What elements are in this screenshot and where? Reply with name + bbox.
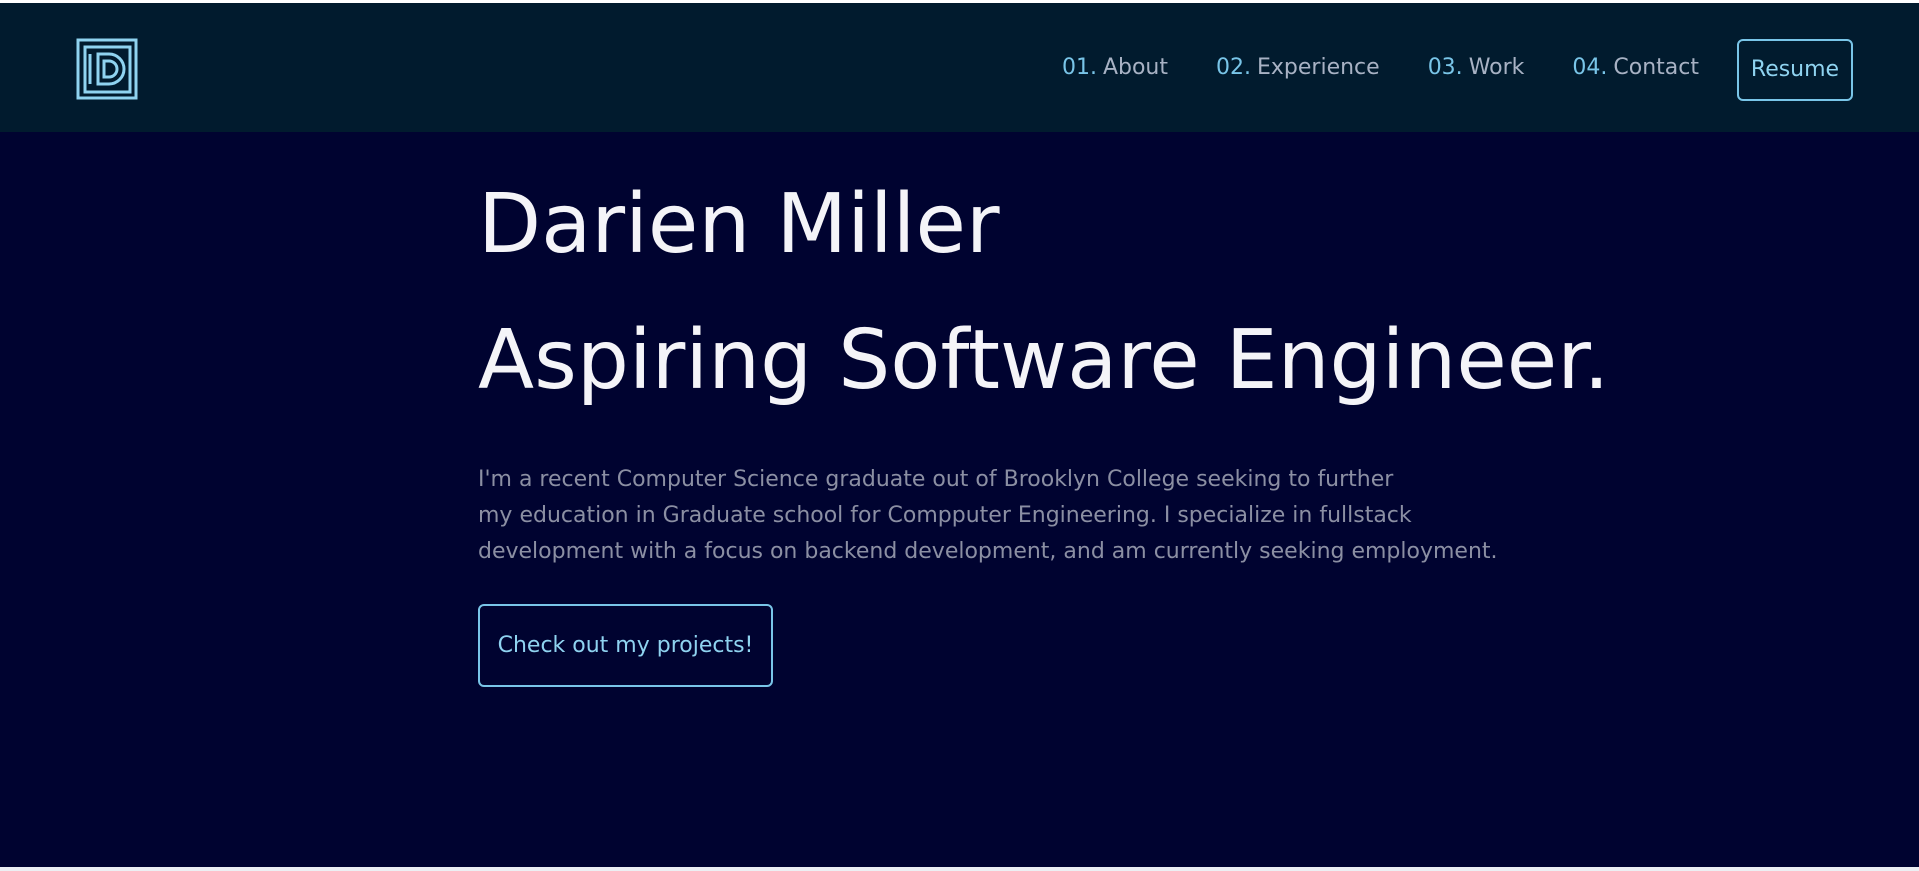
nav-link-label: Experience xyxy=(1257,55,1380,80)
bottom-border xyxy=(0,867,1919,871)
nav-link-experience[interactable]: 02. Experience xyxy=(1216,55,1380,80)
nav-link-about[interactable]: 01. About xyxy=(1062,55,1168,80)
nav-link-label: Work xyxy=(1468,55,1525,80)
nav-link-number: 04. xyxy=(1572,55,1608,80)
projects-button[interactable]: Check out my projects! xyxy=(478,604,773,687)
nav-link-label: About xyxy=(1102,55,1168,80)
nav-link-label: Contact xyxy=(1613,55,1699,80)
bio-line: I'm a recent Computer Science graduate o… xyxy=(478,467,1394,492)
nav-link-number: 03. xyxy=(1427,55,1463,80)
nav-link-work[interactable]: 03. Work xyxy=(1428,55,1525,80)
hero-bio: I'm a recent Computer Science graduate o… xyxy=(478,462,1498,570)
logo-icon[interactable]: D xyxy=(76,38,138,100)
nav-link-contact[interactable]: 04. Contact xyxy=(1572,55,1699,80)
resume-button[interactable]: Resume xyxy=(1737,38,1853,101)
nav-link-number: 01. xyxy=(1061,55,1097,80)
bio-line: development with a focus on backend deve… xyxy=(478,539,1498,564)
hero-tagline: Aspiring Software Engineer. xyxy=(478,313,1610,408)
bio-line: my education in Graduate school for Comp… xyxy=(478,503,1412,528)
portfolio-page: D 01. About 02. Experience 03. Work 04. … xyxy=(0,0,1919,871)
hero-name: Darien Miller xyxy=(478,177,1000,272)
nav-links: 01. About 02. Experience 03. Work 04. Co… xyxy=(1014,3,1919,132)
nav-link-number: 02. xyxy=(1216,55,1251,80)
